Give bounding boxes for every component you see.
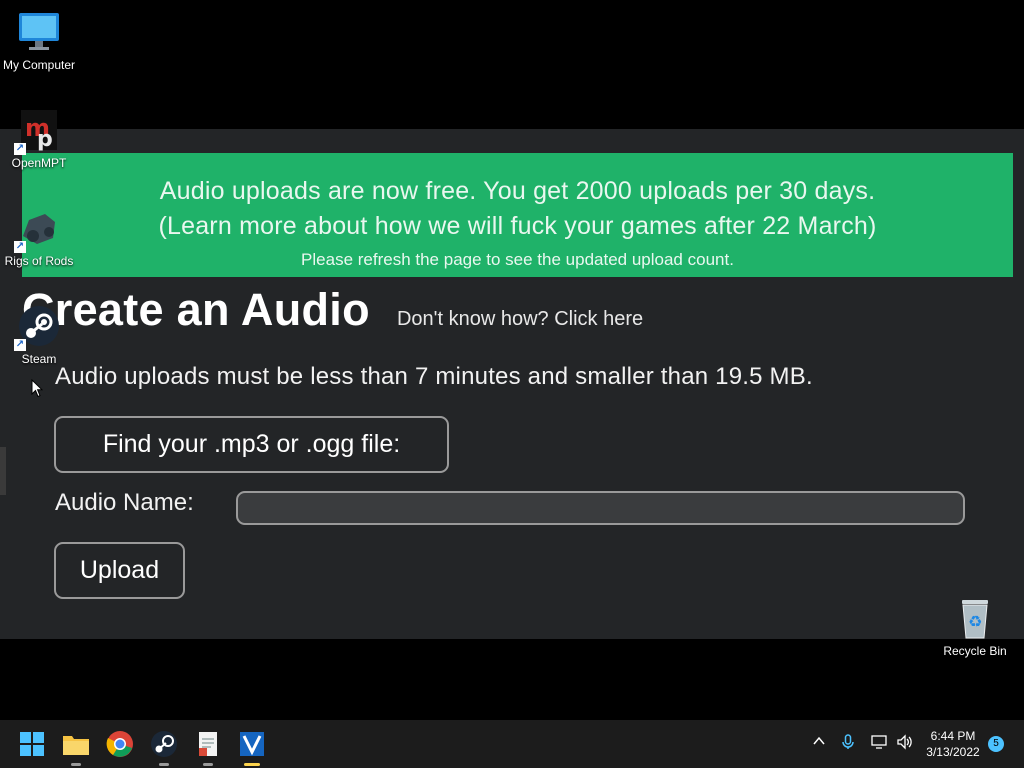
desktop-icon-recycle-bin[interactable]: ♻ Recycle Bin (936, 596, 1014, 658)
desktop-icon-label: My Computer (2, 58, 76, 72)
microphone-icon[interactable] (841, 734, 855, 754)
video-editor-icon[interactable] (236, 728, 268, 766)
monitor-icon (17, 10, 61, 54)
shortcut-arrow-icon: ↗ (14, 241, 26, 253)
chrome-icon[interactable] (104, 728, 136, 760)
desktop-icon-label: Recycle Bin (943, 644, 1007, 658)
running-indicator (203, 763, 213, 766)
taskbar: 6:44 PM 3/13/2022 (0, 720, 1024, 768)
desktop-icon-label: Steam (21, 352, 57, 366)
running-indicator (159, 763, 169, 766)
notification-badge[interactable]: 5 (988, 736, 1004, 752)
file-explorer-icon[interactable] (60, 728, 92, 766)
shortcut-arrow-icon: ↗ (14, 339, 26, 351)
steam-icon[interactable] (148, 728, 180, 766)
svg-text:♻: ♻ (968, 612, 982, 631)
openmpt-icon: m p ↗ (14, 108, 61, 155)
mouse-cursor-icon (31, 379, 43, 398)
side-scroll-tab[interactable] (0, 447, 6, 495)
title-row: Create an Audio Don't know how? Click he… (22, 284, 643, 344)
clock-date: 3/13/2022 (926, 745, 980, 759)
active-indicator (244, 763, 260, 766)
app-window: Audio uploads are now free. You get 2000… (0, 129, 1024, 639)
desktop-icon-label: Rigs of Rods (4, 254, 74, 268)
chevron-up-icon[interactable] (812, 734, 826, 752)
desktop-icon-openmpt[interactable]: m p ↗ OpenMPT (0, 108, 78, 170)
upload-button[interactable]: Upload (54, 542, 185, 599)
help-link[interactable]: Don't know how? Click here (397, 308, 643, 331)
audio-name-label: Audio Name: (55, 489, 194, 516)
windows-start-icon[interactable] (16, 728, 48, 760)
svg-text:p: p (37, 127, 53, 152)
desktop-icon-label: OpenMPT (11, 156, 67, 170)
desktop-icon-steam[interactable]: ↗ Steam (0, 304, 78, 366)
network-icon[interactable] (871, 734, 887, 754)
banner-line-1: Audio uploads are now free. You get 2000… (159, 177, 876, 205)
audio-name-input[interactable] (236, 491, 965, 525)
banner-line-2[interactable]: (Learn more about how we will fuck your … (22, 209, 1013, 244)
volume-icon[interactable] (896, 734, 914, 754)
notepad-icon[interactable] (192, 728, 224, 766)
recycle-bin-icon: ♻ (953, 596, 997, 640)
upload-limits-text: Audio uploads must be less than 7 minute… (55, 363, 813, 390)
info-banner: Audio uploads are now free. You get 2000… (22, 153, 1013, 277)
banner-note: Please refresh the page to see the updat… (301, 250, 734, 269)
clock-time: 6:44 PM (930, 729, 976, 743)
find-file-button[interactable]: Find your .mp3 or .ogg file: (54, 416, 449, 473)
desktop-icon-my-computer[interactable]: My Computer (0, 10, 78, 72)
steam-icon: ↗ (14, 304, 61, 351)
running-indicator (71, 763, 81, 766)
desktop-icon-rigs-of-rods[interactable]: ↗ Rigs of Rods (0, 206, 78, 268)
clock[interactable]: 6:44 PM 3/13/2022 (920, 728, 986, 760)
rigs-of-rods-icon: ↗ (14, 206, 61, 253)
shortcut-arrow-icon: ↗ (14, 143, 26, 155)
